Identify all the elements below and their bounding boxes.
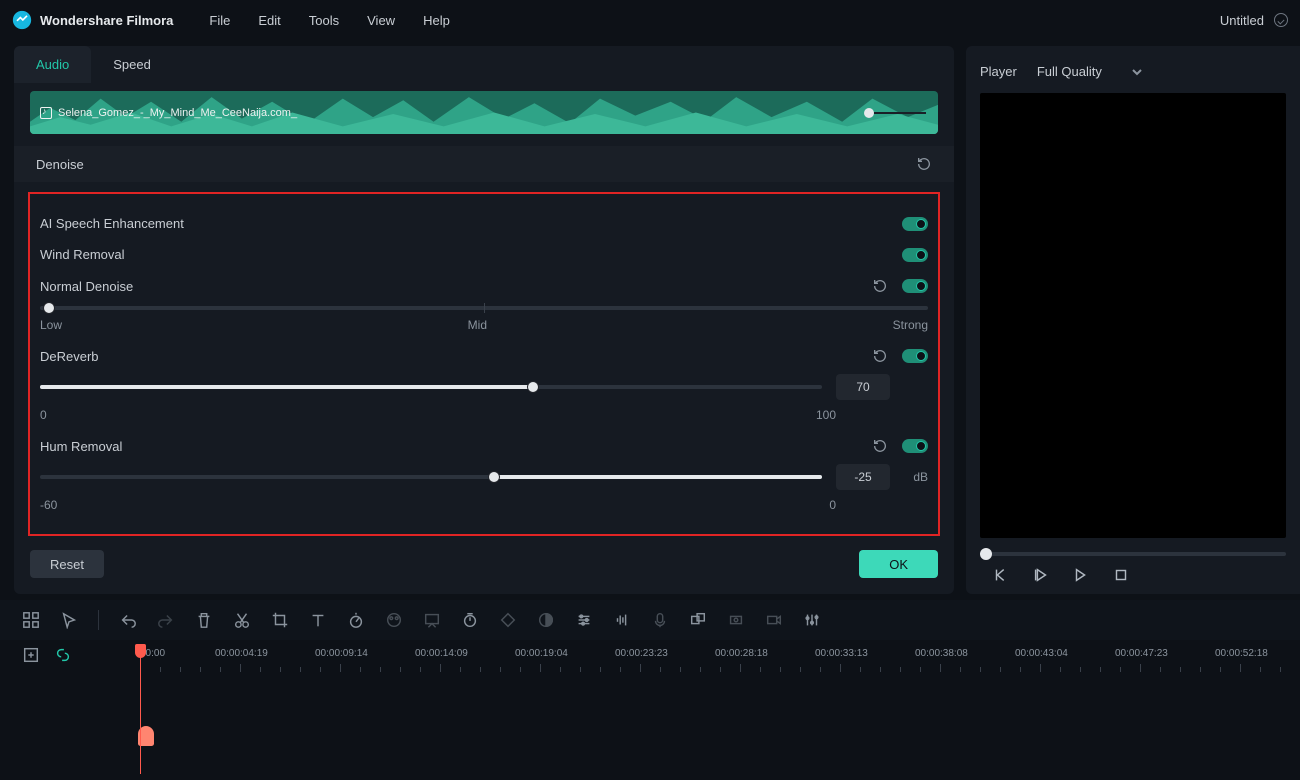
cut-icon[interactable] [233, 611, 251, 629]
clip-filename: Selena_Gomez_-_My_Mind_Me_CeeNaija.com_ [58, 107, 297, 119]
normal-denoise-reset-icon[interactable] [872, 278, 888, 294]
title-bar: Wondershare Filmora File Edit Tools View… [0, 0, 1300, 40]
ruler-stamp: 00:00:04:19 [215, 648, 268, 659]
undo-icon[interactable] [119, 611, 137, 629]
ruler-stamp: 00:00:14:09 [415, 648, 468, 659]
dereverb-value[interactable]: 70 [836, 374, 890, 400]
preview-viewport [980, 93, 1286, 538]
quality-value: Full Quality [1037, 64, 1102, 79]
color-icon[interactable] [385, 611, 403, 629]
adjust-icon[interactable] [575, 611, 593, 629]
ruler-stamp: 00:00:33:13 [815, 648, 868, 659]
hum-removal-label: Hum Removal [40, 439, 122, 454]
ai-speech-label: AI Speech Enhancement [40, 216, 184, 231]
prev-frame-button[interactable] [992, 566, 1010, 584]
quality-select[interactable]: Full Quality [1031, 60, 1148, 83]
normal-denoise-low: Low [40, 318, 62, 332]
chevron-down-icon [1132, 67, 1142, 77]
record-icon[interactable] [765, 611, 783, 629]
dereverb-toggle[interactable] [902, 349, 928, 363]
next-button[interactable] [1072, 566, 1090, 584]
delete-icon[interactable] [195, 611, 213, 629]
dereverb-reset-icon[interactable] [872, 348, 888, 364]
audio-panel: Audio Speed Selena_Gomez_-_My_Mind_Me_Ce… [14, 46, 954, 594]
menu-edit[interactable]: Edit [258, 13, 280, 28]
hum-max: 0 [829, 498, 836, 512]
timeline[interactable]: 00:00 00:00:04:1900:00:09:1400:00:14:090… [0, 640, 1300, 774]
section-title-denoise: Denoise [36, 157, 84, 172]
tab-audio[interactable]: Audio [14, 46, 91, 83]
hum-removal-slider[interactable] [40, 475, 822, 479]
dereverb-min: 0 [40, 408, 47, 422]
waveform-clip[interactable]: Selena_Gomez_-_My_Mind_Me_CeeNaija.com_ [30, 91, 938, 134]
normal-denoise-mid: Mid [468, 318, 487, 332]
keyframe-icon[interactable] [499, 611, 517, 629]
ruler-stamp: 00:00:19:04 [515, 648, 568, 659]
mask-icon[interactable] [537, 611, 555, 629]
ruler-stamp: 00:00:09:14 [315, 648, 368, 659]
player-progress[interactable] [980, 552, 1286, 556]
playhead[interactable] [140, 644, 141, 774]
wind-removal-toggle[interactable] [902, 248, 928, 262]
menu-help[interactable]: Help [423, 13, 450, 28]
dereverb-slider[interactable] [40, 385, 822, 389]
cursor-icon[interactable] [60, 611, 78, 629]
wind-removal-label: Wind Removal [40, 247, 125, 262]
stop-button[interactable] [1112, 566, 1130, 584]
layout-icon[interactable] [22, 611, 40, 629]
ruler-stamp: 00:00:43:04 [1015, 648, 1068, 659]
player-panel: Player Full Quality [966, 46, 1300, 594]
tab-speed[interactable]: Speed [91, 46, 173, 83]
audio-mix-icon[interactable] [803, 611, 821, 629]
menu-view[interactable]: View [367, 13, 395, 28]
dereverb-label: DeReverb [40, 349, 99, 364]
main-menu: File Edit Tools View Help [209, 13, 449, 28]
timeline-ruler[interactable]: 00:00 00:00:04:1900:00:09:1400:00:14:090… [140, 648, 1300, 678]
document-status-icon [1274, 13, 1288, 27]
reset-button[interactable]: Reset [30, 550, 104, 578]
track-add-icon[interactable] [22, 646, 40, 664]
ruler-stamp: 00:00:28:18 [715, 648, 768, 659]
hum-removal-toggle[interactable] [902, 439, 928, 453]
normal-denoise-toggle[interactable] [902, 279, 928, 293]
denoise-controls-highlight: AI Speech Enhancement Wind Removal Norma… [28, 192, 940, 536]
hum-min: -60 [40, 498, 57, 512]
menu-file[interactable]: File [209, 13, 230, 28]
hum-reset-icon[interactable] [872, 438, 888, 454]
player-label: Player [980, 64, 1017, 79]
ruler-stamp: 00:00:38:08 [915, 648, 968, 659]
audio-adjust-icon[interactable] [613, 611, 631, 629]
normal-denoise-slider[interactable] [40, 306, 928, 310]
zoom-scrub[interactable] [864, 108, 926, 118]
hum-removal-value[interactable]: -25 [836, 464, 890, 490]
redo-icon[interactable] [157, 611, 175, 629]
link-icon[interactable] [54, 646, 72, 664]
marker-icon[interactable] [727, 611, 745, 629]
greenscreen-icon[interactable] [423, 611, 441, 629]
ruler-stamp: 00:00:23:23 [615, 648, 668, 659]
music-icon [40, 107, 52, 119]
ruler-stamp: 00:00:47:23 [1115, 648, 1168, 659]
group-icon[interactable] [689, 611, 707, 629]
text-icon[interactable] [309, 611, 327, 629]
ai-speech-toggle[interactable] [902, 217, 928, 231]
dereverb-max: 100 [816, 408, 836, 422]
timer-icon[interactable] [461, 611, 479, 629]
voiceover-icon[interactable] [651, 611, 669, 629]
hum-removal-unit: dB [908, 470, 928, 484]
normal-denoise-label: Normal Denoise [40, 279, 133, 294]
app-title: Wondershare Filmora [40, 13, 173, 28]
crop-icon[interactable] [271, 611, 289, 629]
timeline-toolbar [0, 600, 1300, 640]
normal-denoise-strong: Strong [893, 318, 928, 332]
app-logo-icon [12, 10, 32, 30]
menu-tools[interactable]: Tools [309, 13, 339, 28]
play-button[interactable] [1032, 566, 1050, 584]
reset-section-icon[interactable] [916, 156, 932, 172]
ruler-stamp: 00:00:52:18 [1215, 648, 1268, 659]
document-title: Untitled [1220, 13, 1264, 28]
speed-icon[interactable] [347, 611, 365, 629]
ok-button[interactable]: OK [859, 550, 938, 578]
